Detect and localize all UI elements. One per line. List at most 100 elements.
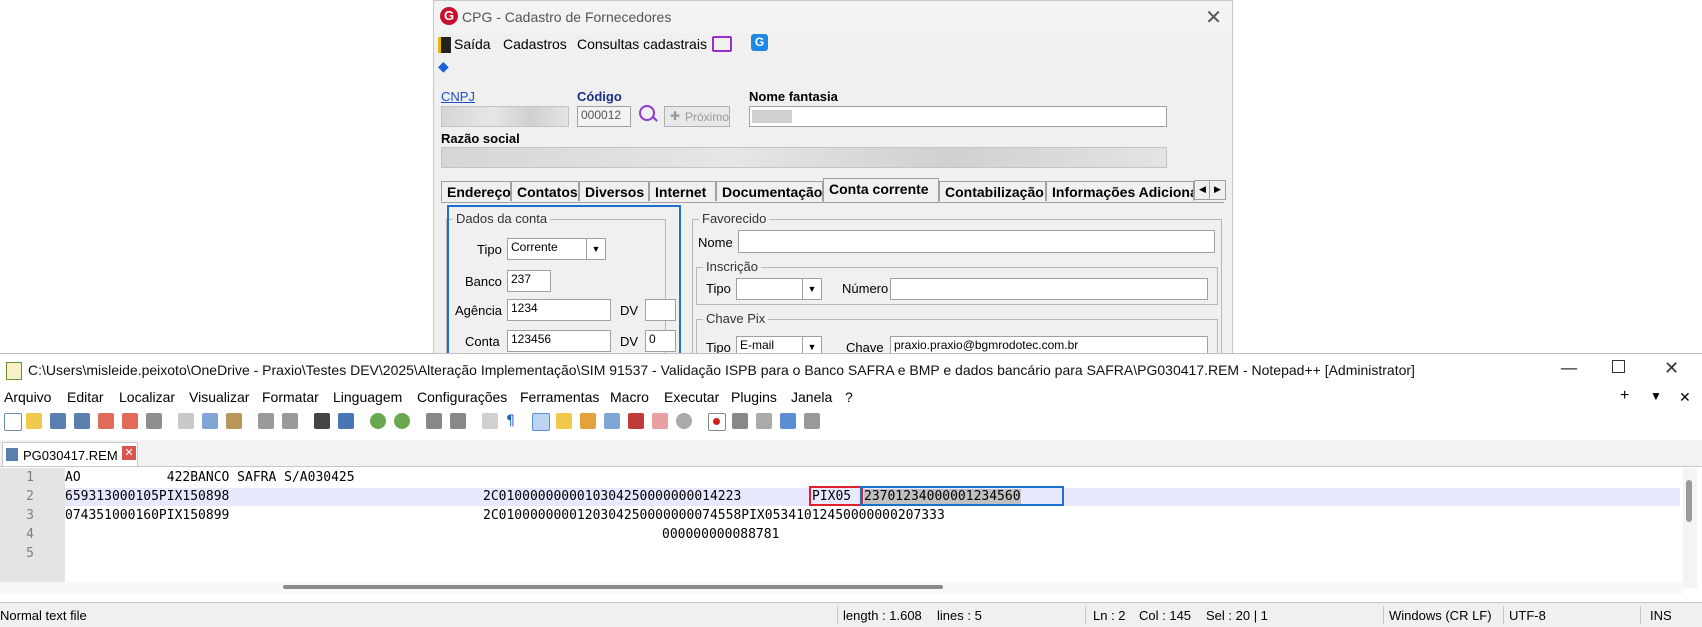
cnpj-label[interactable]: CNPJ — [441, 89, 475, 104]
file-tab[interactable]: PG030417.REM ✕ — [2, 442, 138, 466]
tab-conta-corrente[interactable]: Conta corrente — [823, 178, 939, 202]
sync-v-icon[interactable] — [426, 413, 442, 429]
plus-icon: ✚ — [670, 109, 681, 123]
dados-conta-highlight — [447, 205, 681, 354]
close-icon[interactable]: ✕ — [1664, 358, 1679, 379]
file-tab-close-icon[interactable]: ✕ — [122, 446, 136, 460]
menu-configuracoes[interactable]: Configurações — [417, 389, 507, 405]
line-number: 2 — [26, 489, 34, 504]
status-length: length : 1.608 — [843, 608, 922, 623]
tab-documentacao[interactable]: Documentação — [716, 181, 823, 201]
menu-macro[interactable]: Macro — [610, 389, 649, 405]
user-lang-icon[interactable] — [556, 413, 572, 429]
status-col: Col : 145 — [1139, 608, 1192, 623]
codigo-field[interactable]: 000012 — [577, 106, 631, 127]
save-all-icon[interactable] — [74, 413, 90, 429]
status-eol[interactable]: Windows (CR LF) — [1389, 608, 1492, 623]
app-g-icon[interactable]: G — [751, 34, 768, 51]
sync-h-icon[interactable] — [450, 413, 466, 429]
menu-arquivo[interactable]: Arquivo — [4, 389, 51, 405]
exit-door-icon — [438, 37, 451, 53]
paste-icon[interactable] — [226, 413, 242, 429]
function-list-icon[interactable] — [604, 413, 620, 429]
undo-icon[interactable] — [258, 413, 274, 429]
menu-localizar[interactable]: Localizar — [119, 389, 175, 405]
open-file-icon[interactable] — [26, 413, 42, 429]
cnpj-field[interactable] — [441, 106, 569, 127]
favorecido-nome-field[interactable] — [738, 230, 1215, 253]
run-multiple-icon[interactable] — [780, 413, 796, 429]
menu-formatar[interactable]: Formatar — [262, 389, 319, 405]
code-line-3-middle: 2C0100000000120304250000000074558PIX0534… — [483, 508, 945, 523]
copy-icon[interactable] — [202, 413, 218, 429]
zoom-out-icon[interactable] — [394, 413, 410, 429]
tab-diversos[interactable]: Diversos — [579, 181, 649, 201]
menu-cadastros[interactable]: Cadastros — [503, 36, 567, 52]
add-tab-icon[interactable]: + — [1620, 387, 1629, 405]
diamond-icon[interactable]: ◆ — [438, 59, 449, 75]
tab-list-icon[interactable]: ▼ — [1650, 389, 1662, 403]
monitoring-icon[interactable] — [652, 413, 668, 429]
folder-workspace-icon[interactable] — [628, 413, 644, 429]
play-macro-icon[interactable] — [756, 413, 772, 429]
show-all-chars-icon[interactable]: ¶ — [506, 413, 522, 429]
menu-executar[interactable]: Executar — [664, 389, 719, 405]
inscricao-numero-label: Número — [842, 281, 889, 296]
menu-plugins[interactable]: Plugins — [731, 389, 777, 405]
tab-scroll-right-icon[interactable]: ▶ — [1209, 180, 1226, 200]
new-file-icon[interactable] — [4, 413, 22, 431]
print-icon[interactable] — [146, 413, 162, 429]
chevron-down-icon: ▼ — [802, 279, 821, 299]
tab-informacoes-adicionais[interactable]: Informações Adicionai — [1046, 181, 1194, 201]
proximo-button[interactable]: ✚ Próximo — [664, 106, 730, 127]
zoom-in-icon[interactable] — [370, 413, 386, 429]
close-doc-icon[interactable]: ✕ — [1679, 389, 1691, 406]
inscricao-tipo-select[interactable]: ▼ — [736, 278, 822, 300]
menu-editar[interactable]: Editar — [67, 389, 104, 405]
nome-fantasia-field[interactable] — [749, 106, 1167, 127]
redo-icon[interactable] — [282, 413, 298, 429]
inscricao-numero-field[interactable] — [890, 278, 1208, 300]
preview-icon[interactable] — [676, 413, 692, 429]
cpg-close-icon[interactable]: ✕ — [1205, 5, 1222, 29]
menu-visualizar[interactable]: Visualizar — [189, 389, 249, 405]
proximo-label: Próximo — [685, 110, 730, 124]
close-file-icon[interactable] — [98, 413, 114, 429]
vertical-scroll-thumb[interactable] — [1686, 480, 1692, 522]
code-line-4: 000000000088781 — [662, 527, 780, 542]
horizontal-scroll-thumb[interactable] — [283, 585, 943, 589]
search-icon-handle — [652, 116, 658, 122]
menu-saida[interactable]: Saída — [454, 36, 491, 52]
cut-icon[interactable] — [178, 413, 194, 429]
status-separator — [1085, 606, 1086, 624]
doc-map-icon[interactable] — [580, 413, 596, 429]
code-line-3-start: 074351000160PIX150899 — [65, 508, 230, 523]
tab-endereco[interactable]: Endereço — [441, 181, 511, 201]
tab-internet[interactable]: Internet — [649, 181, 716, 201]
word-wrap-icon[interactable] — [482, 413, 498, 429]
maximize-icon[interactable] — [1612, 360, 1625, 373]
menu-help[interactable]: ? — [845, 389, 853, 405]
tab-contatos[interactable]: Contatos — [511, 181, 579, 201]
save-icon[interactable] — [50, 413, 66, 429]
menu-linguagem[interactable]: Linguagem — [333, 389, 402, 405]
menu-consultas-cadastrais[interactable]: Consultas cadastrais — [577, 36, 707, 52]
replace-icon[interactable] — [338, 413, 354, 429]
indent-guide-icon[interactable] — [532, 413, 550, 431]
find-icon[interactable] — [314, 413, 330, 429]
editor-area[interactable]: 1 2 3 4 5 AO 422BANCO SAFRA S/A030425 65… — [0, 468, 1702, 588]
minimize-icon[interactable]: — — [1560, 358, 1578, 379]
close-all-icon[interactable] — [122, 413, 138, 429]
record-macro-icon[interactable] — [708, 413, 726, 431]
razao-social-field[interactable] — [441, 147, 1167, 168]
stop-macro-icon[interactable] — [732, 413, 748, 429]
cpg-logo-icon: G — [440, 7, 458, 25]
status-mode[interactable]: INS — [1650, 608, 1672, 623]
tab-contabilizacao[interactable]: Contabilização — [939, 181, 1046, 201]
menu-ferramentas[interactable]: Ferramentas — [520, 389, 599, 405]
save-macro-icon[interactable] — [804, 413, 820, 429]
menu-janela[interactable]: Janela — [791, 389, 832, 405]
status-encoding[interactable]: UTF-8 — [1509, 608, 1546, 623]
monitor-icon[interactable] — [712, 36, 732, 52]
favorecido-title: Favorecido — [699, 211, 770, 226]
